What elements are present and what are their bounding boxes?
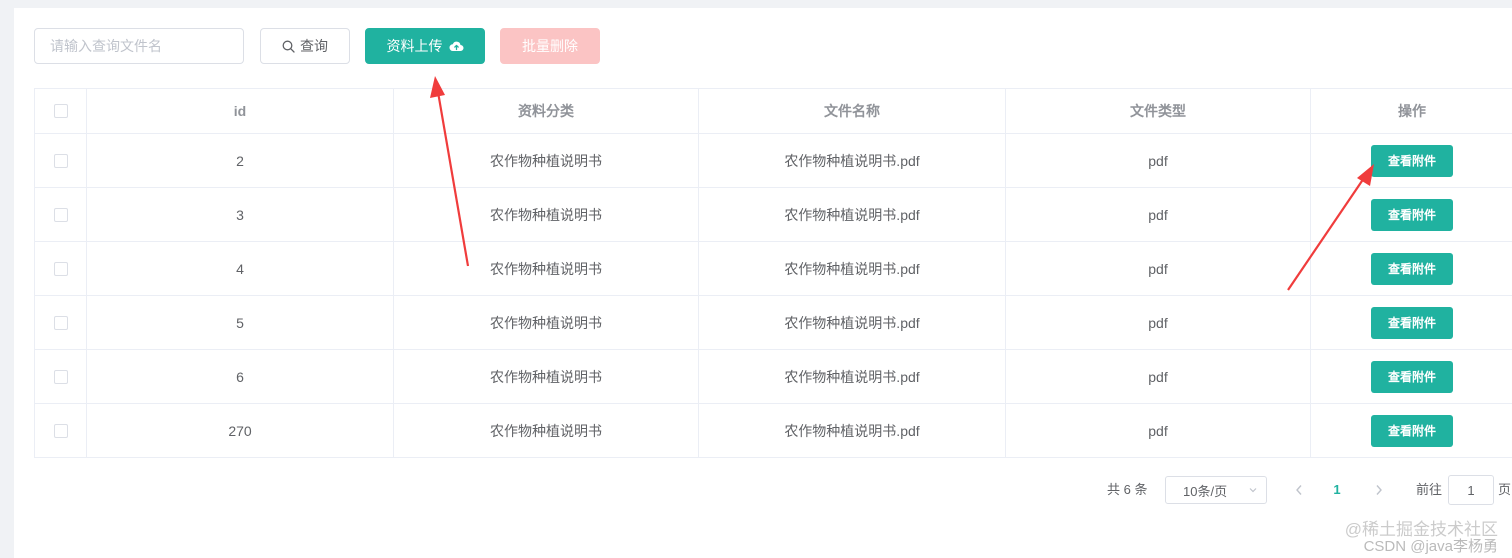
goto-label: 前往 [1416,482,1443,497]
view-attachment-button[interactable]: 查看附件 [1371,252,1453,285]
column-header-filetype[interactable]: 文件类型 [1006,89,1311,133]
batch-delete-button-label: 批量删除 [522,38,578,54]
upload-button[interactable]: 资料上传 [365,28,485,64]
table-row: 5 农作物种植说明书 农作物种植说明书.pdf pdf 查看附件 [35,296,1512,350]
cell-filename: 农作物种植说明书.pdf [699,350,1006,403]
page-size-value: 10条/页 [1183,483,1228,499]
cell-category: 农作物种植说明书 [394,242,699,295]
query-button-label: 查询 [300,38,328,54]
chevron-right-icon[interactable] [1371,482,1387,498]
cell-category: 农作物种植说明书 [394,134,699,187]
cell-filetype: pdf [1006,350,1311,403]
cell-category: 农作物种植说明书 [394,350,699,403]
cell-filename: 农作物种植说明书.pdf [699,188,1006,241]
content-panel: 查询 资料上传 批量删除 id 资料分类 文件名称 文件类型 操作 2 农作物种… [14,8,1512,558]
cell-filetype: pdf [1006,134,1311,187]
cell-filetype: pdf [1006,296,1311,349]
pagination: 共 6 条 10条/页 1 前往 页 [14,475,1512,505]
cell-id: 6 [87,350,394,403]
pagination-total: 共 6 条 [1107,482,1148,497]
column-header-actions[interactable]: 操作 [1311,89,1512,133]
view-attachment-button[interactable]: 查看附件 [1371,144,1453,177]
cell-category: 农作物种植说明书 [394,404,699,457]
column-header-category[interactable]: 资料分类 [394,89,699,133]
search-icon [282,40,295,53]
view-attachment-button[interactable]: 查看附件 [1371,360,1453,393]
view-attachment-button[interactable]: 查看附件 [1371,198,1453,231]
cell-id: 2 [87,134,394,187]
table-row: 3 农作物种植说明书 农作物种植说明书.pdf pdf 查看附件 [35,188,1512,242]
cloud-upload-icon [449,41,463,52]
row-checkbox[interactable] [53,315,68,330]
row-checkbox[interactable] [53,369,68,384]
cell-category: 农作物种植说明书 [394,188,699,241]
page-size-select[interactable]: 10条/页 [1165,476,1267,504]
select-all-checkbox[interactable] [53,104,68,118]
goto-page-input[interactable] [1448,475,1494,505]
table-header-row: id 资料分类 文件名称 文件类型 操作 [35,89,1512,134]
batch-delete-button[interactable]: 批量删除 [500,28,600,64]
cell-filename: 农作物种植说明书.pdf [699,242,1006,295]
cell-filename: 农作物种植说明书.pdf [699,134,1006,187]
cell-id: 5 [87,296,394,349]
cell-category: 农作物种植说明书 [394,296,699,349]
cell-filetype: pdf [1006,404,1311,457]
upload-button-label: 资料上传 [386,38,443,54]
row-checkbox[interactable] [53,423,68,438]
table-row: 6 农作物种植说明书 农作物种植说明书.pdf pdf 查看附件 [35,350,1512,404]
cell-filetype: pdf [1006,242,1311,295]
search-filename-input[interactable] [34,28,244,64]
row-checkbox[interactable] [53,207,68,222]
table-row: 4 农作物种植说明书 农作物种植说明书.pdf pdf 查看附件 [35,242,1512,296]
table-row: 2 农作物种植说明书 农作物种植说明书.pdf pdf 查看附件 [35,134,1512,188]
row-checkbox[interactable] [53,261,68,276]
query-button[interactable]: 查询 [260,28,350,64]
row-checkbox[interactable] [53,153,68,168]
cell-filename: 农作物种植说明书.pdf [699,404,1006,457]
view-attachment-button[interactable]: 查看附件 [1371,306,1453,339]
cell-id: 270 [87,404,394,457]
chevron-left-icon[interactable] [1291,482,1307,498]
page-number-current[interactable]: 1 [1332,476,1342,504]
table-row: 270 农作物种植说明书 农作物种植说明书.pdf pdf 查看附件 [35,404,1512,458]
chevron-down-icon [1249,488,1257,493]
cell-filename: 农作物种植说明书.pdf [699,296,1006,349]
data-table: id 资料分类 文件名称 文件类型 操作 2 农作物种植说明书 农作物种植说明书… [34,88,1512,458]
column-header-filename[interactable]: 文件名称 [699,89,1006,133]
view-attachment-button[interactable]: 查看附件 [1371,414,1453,447]
cell-filetype: pdf [1006,188,1311,241]
page-suffix-label: 页 [1498,482,1512,497]
watermark-csdn: CSDN @java李杨勇 [1363,538,1498,555]
column-header-id[interactable]: id [87,89,394,133]
cell-id: 3 [87,188,394,241]
cell-id: 4 [87,242,394,295]
